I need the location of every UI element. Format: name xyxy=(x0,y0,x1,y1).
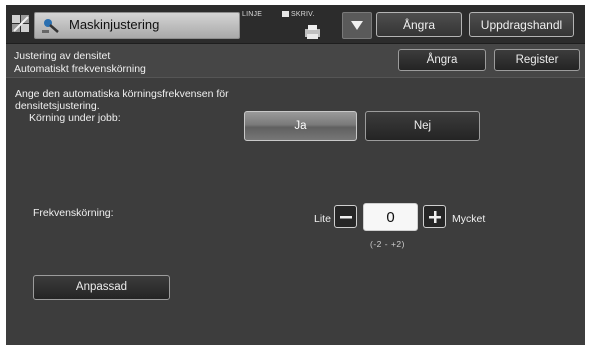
plus-icon xyxy=(429,211,441,223)
sub-header: Justering av densitet Automatiskt frekve… xyxy=(6,44,585,78)
printer-icon xyxy=(305,25,320,39)
status-linje-label: LINJE xyxy=(242,11,263,18)
instruction-line-1: Ange den automatiska körningsfrekvensen … xyxy=(15,88,229,100)
minus-icon xyxy=(340,216,352,219)
frequency-label: Frekvenskörning: xyxy=(33,207,114,219)
header-undo-button[interactable]: Ångra xyxy=(376,12,462,37)
home-icon[interactable] xyxy=(10,12,32,34)
top-bar: Maskinjustering LINJE SKRIV. Ångra Uppdr… xyxy=(6,5,585,44)
breadcrumb-parent: Justering av densitet xyxy=(14,50,111,62)
low-label: Lite xyxy=(314,213,331,225)
custom-button[interactable]: Anpassad xyxy=(33,275,170,300)
triangle-down-icon xyxy=(351,21,363,30)
instruction-line-2: densitetsjustering. xyxy=(15,100,100,112)
page-title: Automatiskt frekvenskörning xyxy=(14,63,146,75)
machine-adjust-screen: Maskinjustering LINJE SKRIV. Ångra Uppdr… xyxy=(6,5,585,345)
screen-title: Maskinjustering xyxy=(69,17,160,32)
high-label: Mycket xyxy=(452,213,486,225)
option-yes-button[interactable]: Ja xyxy=(244,111,357,141)
job-handling-button[interactable]: Uppdragshandl xyxy=(469,12,574,37)
increase-button[interactable] xyxy=(423,205,446,228)
frequency-value: 0 xyxy=(363,203,418,231)
range-hint: (-2 - +2) xyxy=(370,239,405,249)
during-job-label: Körning under jobb: xyxy=(29,112,121,124)
status-skriv-label: SKRIV. xyxy=(282,11,315,18)
status-dropdown-button[interactable] xyxy=(342,12,372,39)
option-no-button[interactable]: Nej xyxy=(365,111,480,141)
undo-button[interactable]: Ångra xyxy=(398,49,486,71)
decrease-button[interactable] xyxy=(334,205,357,228)
register-button[interactable]: Register xyxy=(494,49,580,71)
machine-adjust-icon xyxy=(42,19,59,33)
screen-title-box: Maskinjustering xyxy=(34,12,240,39)
